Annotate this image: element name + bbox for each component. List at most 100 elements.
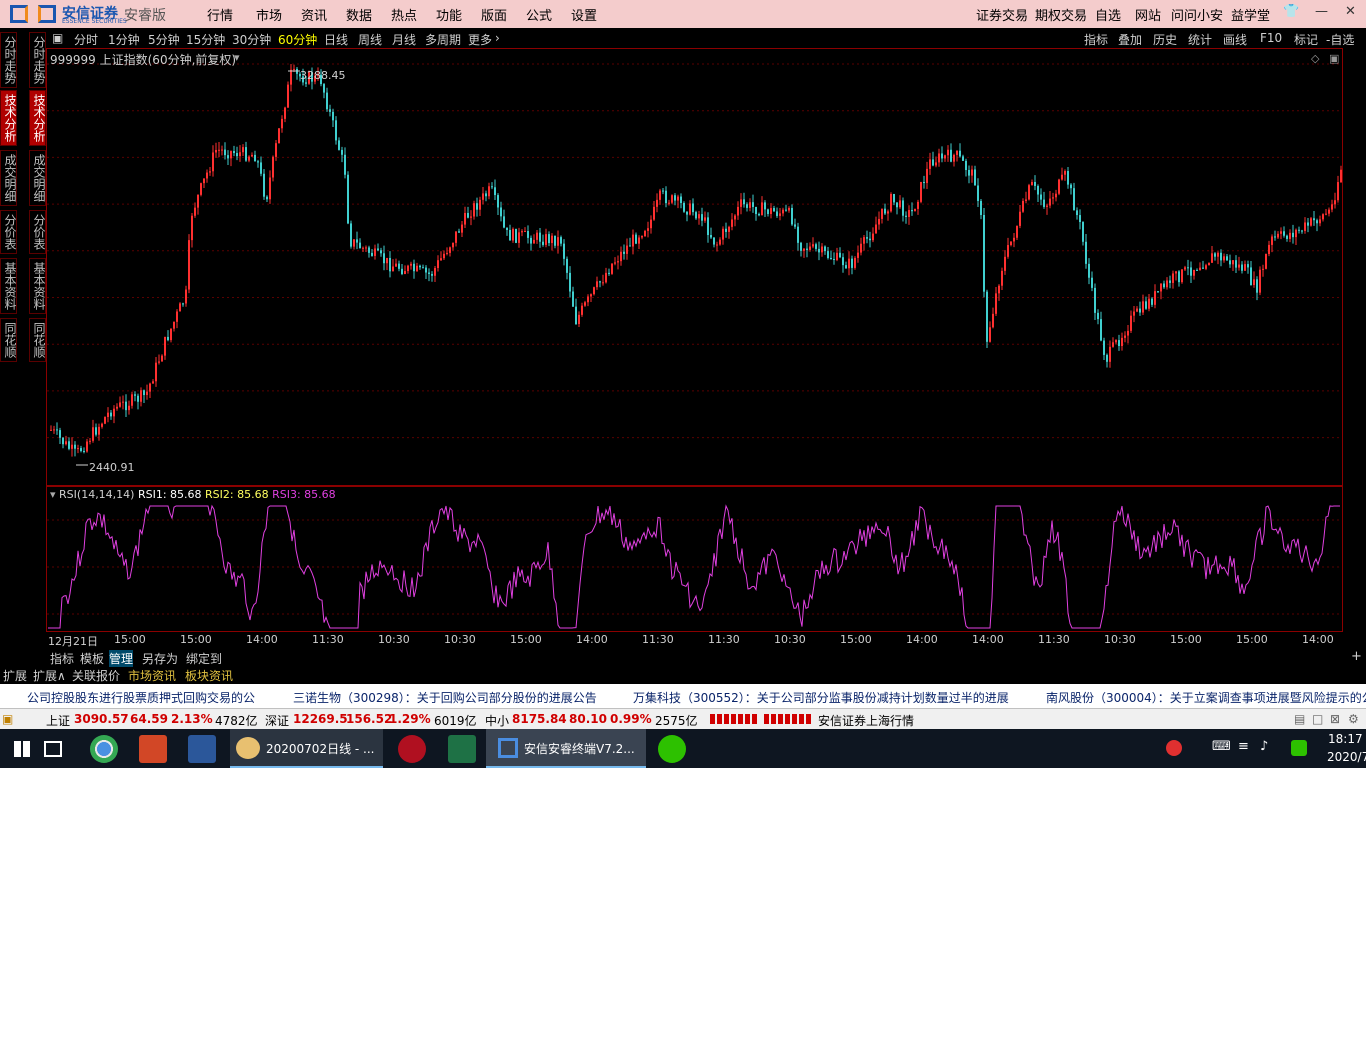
candle-body (392, 266, 394, 272)
wifi-icon[interactable]: ≡ (1238, 739, 1249, 754)
volume-icon[interactable]: ♪ (1260, 739, 1268, 754)
tab-market-news[interactable]: 市场资讯 (128, 667, 176, 684)
excel-icon[interactable] (448, 735, 476, 763)
time-tick: 15:00 (114, 633, 146, 646)
candle-body (1286, 235, 1288, 239)
tab-template[interactable]: 模板 (80, 650, 104, 667)
news-ticker: 公司控股股东进行股票质押式回购交易的公 三诺生物（300298）：关于回购公司部… (0, 684, 1366, 708)
tab-sector-news[interactable]: 板块资讯 (185, 667, 233, 684)
tab-related-quotes[interactable]: 关联报价 (72, 667, 120, 684)
dropdown-icon[interactable]: ▾ (234, 51, 240, 64)
window-icon[interactable]: ▣ (1329, 52, 1339, 65)
candle-body (1151, 298, 1153, 305)
candle-body (650, 219, 652, 229)
candle-body (1250, 267, 1252, 286)
tab-indicator[interactable]: 指标 (50, 650, 74, 667)
news-item[interactable]: 三诺生物（300298）：关于回购公司部分股份的进展公告 (293, 689, 597, 706)
tray-s-icon[interactable] (1291, 740, 1307, 756)
candle-body (641, 235, 643, 238)
news-item[interactable]: 公司控股股东进行股票质押式回购交易的公 (27, 689, 255, 706)
index-pct: 2.13% (171, 712, 213, 726)
candle-body (452, 242, 454, 248)
candle-body (608, 272, 610, 274)
news-item[interactable]: 南风股份（300004）：关于立案调查事项进展暨风险提示的公 (1046, 689, 1366, 706)
candle-body (380, 250, 382, 254)
candle-body (68, 441, 70, 449)
tab-expand[interactable]: 扩展 (3, 667, 27, 684)
candle-body (680, 196, 682, 203)
candle-body (335, 120, 337, 141)
candle-body (158, 361, 160, 363)
chrome-icon[interactable] (90, 735, 118, 763)
candle-body (1223, 256, 1225, 261)
tab-bind-to[interactable]: 绑定到 (186, 650, 222, 667)
index-name[interactable]: 中小 (485, 712, 509, 729)
candle-body (1217, 252, 1219, 257)
candle-body (968, 170, 970, 176)
candle-body (1232, 260, 1234, 265)
candle-body (731, 219, 733, 227)
window-icon[interactable]: □ (1312, 712, 1323, 726)
candle-body (1280, 231, 1282, 234)
candle-body (1040, 194, 1042, 200)
candle-body (257, 161, 259, 163)
powerpoint-icon[interactable] (139, 735, 167, 763)
candle-body (500, 207, 502, 217)
clock-time[interactable]: 18:17 (1328, 732, 1363, 746)
candle-body (425, 267, 427, 273)
candle-body (776, 211, 778, 216)
candle-body (788, 207, 790, 211)
candle-body (479, 199, 481, 210)
index-name[interactable]: 深证 (265, 712, 289, 729)
candle-body (1013, 237, 1015, 242)
rsi-collapse-icon[interactable]: ▾ (50, 488, 56, 501)
tab-expand-up[interactable]: 扩展∧ (33, 667, 66, 684)
candle-body (938, 153, 940, 163)
candle-body (977, 185, 979, 201)
candle-body (611, 263, 613, 274)
candle-body (821, 246, 823, 253)
candle-body (143, 390, 145, 396)
candle-body (536, 232, 538, 240)
word-icon[interactable] (188, 735, 216, 763)
candle-body (83, 450, 85, 452)
candle-body (989, 327, 991, 342)
gear-icon[interactable]: ⚙ (1348, 712, 1359, 726)
candle-body (983, 215, 985, 292)
tray-app-icon[interactable] (1166, 740, 1182, 756)
candle-body (1046, 205, 1048, 207)
tab-save-as[interactable]: 另存为 (142, 650, 178, 667)
close-small-icon[interactable]: ⊠ (1330, 712, 1340, 726)
wechat-icon[interactable] (658, 735, 686, 763)
candle-body (713, 237, 715, 245)
candle-body (572, 291, 574, 307)
diamond-icon[interactable]: ◇ (1311, 52, 1319, 65)
candle-body (926, 168, 928, 184)
candle-body (272, 156, 274, 178)
candle-body (1292, 232, 1294, 238)
candle-body (155, 362, 157, 382)
windows-start-icon[interactable] (14, 741, 30, 757)
clock-date[interactable]: 2020/7 (1327, 750, 1366, 764)
candle-body (971, 169, 973, 176)
taskbar-item-essence[interactable]: 安信安睿终端V7.2... (486, 729, 646, 768)
taskbar-item-paint[interactable]: 20200702日线 - ... (230, 729, 383, 768)
index-name[interactable]: 上证 (46, 712, 70, 729)
candle-body (446, 252, 448, 254)
rsi1-value: RSI1: 85.68 (137, 488, 202, 501)
citic-icon[interactable] (398, 735, 426, 763)
keyboard-icon[interactable]: ⌨ (1212, 739, 1231, 754)
candle-body (1097, 312, 1099, 320)
add-panel-icon[interactable]: + (1351, 649, 1362, 664)
tab-manage[interactable]: 管理 (109, 650, 134, 667)
time-tick: 14:00 (906, 633, 938, 646)
task-view-icon[interactable] (44, 741, 62, 757)
news-item[interactable]: 万集科技（300552）：关于公司部分监事股份减持计划数量过半的进展 (633, 689, 1009, 706)
price-grid (47, 63, 1342, 615)
candle-body (1172, 273, 1174, 283)
candle-body (1169, 280, 1171, 283)
candle-body (638, 237, 640, 244)
candle-body (929, 159, 931, 169)
candle-body (1061, 174, 1063, 180)
layout-icon[interactable]: ▤ (1294, 712, 1305, 726)
